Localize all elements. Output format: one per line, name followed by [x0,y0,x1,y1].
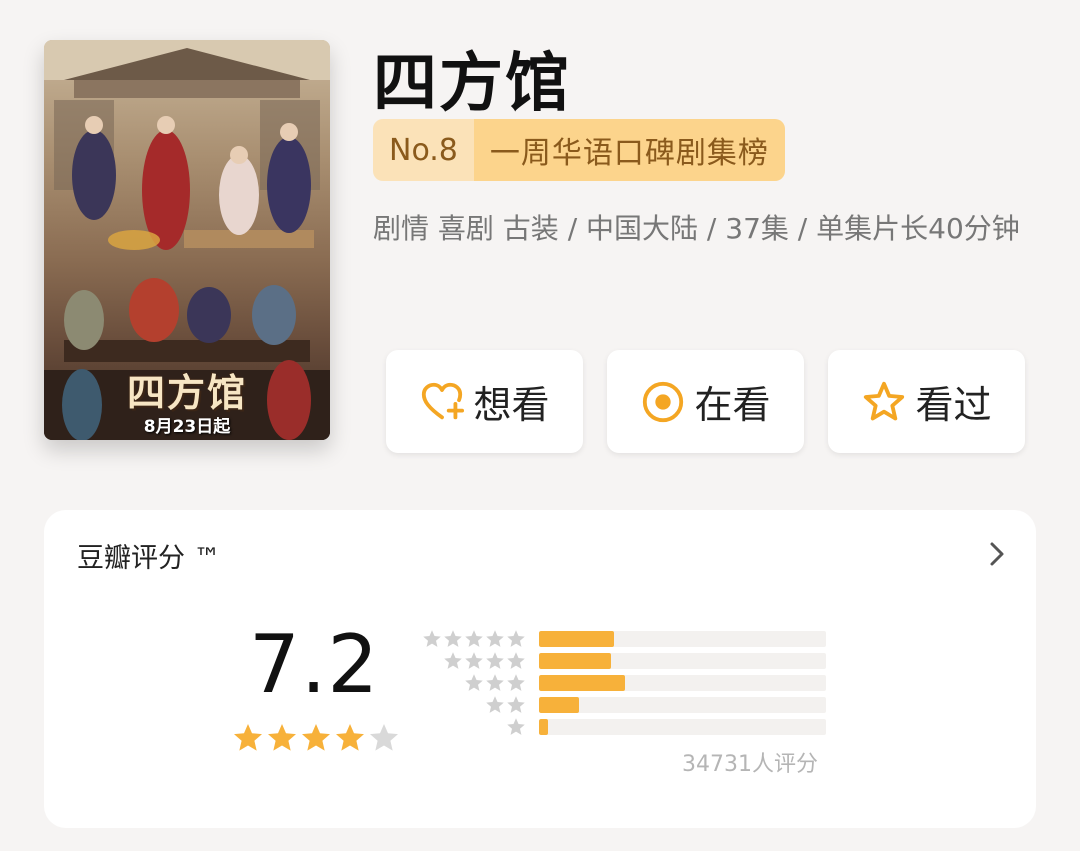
ranking-number: No.8 [373,119,474,181]
want-to-watch-label: 想看 [473,383,550,427]
douban-rating-card[interactable]: 豆瓣评分 ™ 7.2 34731人评分 [44,510,1036,828]
want-to-watch-button[interactable]: 想看 [386,350,583,453]
star-grey-icon [507,630,525,647]
distribution-bar-track [539,697,826,713]
star-grey-icon [486,696,504,713]
star-grey-icon [465,652,483,669]
distribution-bar-fill [539,697,580,713]
star-filled-icon [302,724,330,751]
target-circle-icon [643,381,684,422]
chevron-right-icon[interactable] [986,540,1008,568]
distribution-bar-fill [539,675,626,691]
poster-image[interactable]: 四方馆 8月23日起 [44,40,330,440]
poster-title: 四方馆 [126,371,247,415]
star-filled-icon [234,724,262,751]
distribution-star-label [443,651,526,671]
distribution-star-label [485,695,526,715]
poster-release-date: 8月23日起 [143,417,231,437]
star-grey-icon [423,630,441,647]
rating-score: 7.2 [249,618,380,711]
star-grey-icon [486,674,504,691]
distribution-bar-track [539,719,826,735]
star-grey-icon [507,718,525,735]
distribution-star-label [422,629,526,649]
star-empty-icon [370,724,398,751]
star-grey-icon [465,630,483,647]
distribution-bar-track [539,675,826,691]
show-meta-info: 剧情 喜剧 古装 / 中国大陆 / 37集 / 单集片长40分钟 [373,212,1020,245]
star-grey-icon [507,674,525,691]
star-grey-icon [465,674,483,691]
star-grey-icon [444,652,462,669]
rating-stars [232,722,400,754]
watched-button[interactable]: 看过 [828,350,1025,453]
star-grey-icon [486,630,504,647]
watching-label: 在看 [694,383,771,427]
distribution-bar-track [539,631,826,647]
distribution-bar-fill [539,631,614,647]
watched-label: 看过 [915,383,992,427]
star-filled-icon [336,724,364,751]
ranking-list-name: 一周华语口碑剧集榜 [473,119,785,181]
star-grey-icon [507,652,525,669]
star-outline-icon [864,381,905,420]
star-filled-icon [268,724,296,751]
rater-count: 34731人评分 [682,752,818,777]
show-title: 四方馆 [373,47,571,121]
star-grey-icon [507,696,525,713]
action-bar: 想看 在看 看过 [386,350,1025,453]
distribution-star-label [464,673,526,693]
star-grey-icon [486,652,504,669]
rating-heading: 豆瓣评分 ™ [77,543,221,574]
distribution-star-label [506,717,526,737]
star-grey-icon [444,630,462,647]
heart-plus-icon [422,382,465,419]
distribution-bar-track [539,653,826,669]
distribution-bar-fill [539,719,548,735]
ranking-badge[interactable]: No.8 一周华语口碑剧集榜 [373,119,785,181]
watching-button[interactable]: 在看 [607,350,804,453]
distribution-bar-fill [539,653,611,669]
